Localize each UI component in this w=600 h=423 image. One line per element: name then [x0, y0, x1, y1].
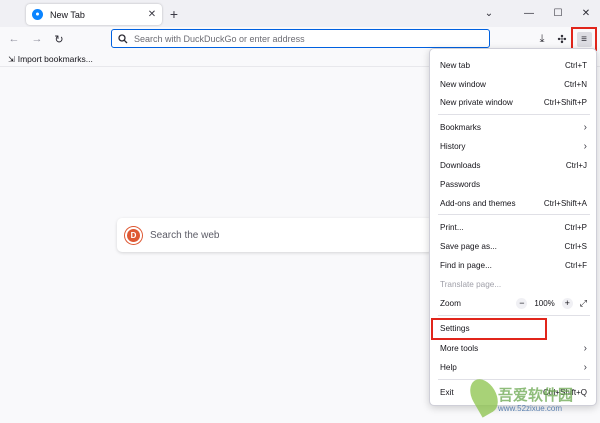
maximize-button[interactable]: ☐	[549, 4, 567, 22]
menu-item-bookmarks[interactable]: Bookmarks ›	[430, 118, 598, 136]
menu-label: History	[440, 141, 466, 151]
menu-item-history[interactable]: History ›	[430, 137, 598, 155]
hamburger-icon: ≡	[576, 31, 592, 47]
menu-label: New tab	[440, 60, 471, 70]
menu-item-new-tab[interactable]: New tab Ctrl+T	[430, 56, 598, 74]
zoom-out-button[interactable]: −	[516, 297, 528, 309]
import-icon: ⇲	[8, 54, 15, 64]
duckduckgo-icon: D	[125, 226, 142, 244]
back-button[interactable]: ←	[6, 31, 22, 47]
tab-strip: ● New Tab ✕ + ⌄ — ☐ ✕	[0, 0, 600, 27]
import-bookmarks-label: Import bookmarks...	[17, 54, 93, 64]
chevron-right-icon: ›	[583, 121, 587, 133]
menu-item-find-in-page[interactable]: Find in page... Ctrl+F	[430, 256, 598, 274]
menu-label: Downloads	[440, 160, 481, 170]
menu-label: Zoom	[440, 298, 461, 308]
chevron-right-icon: ›	[583, 342, 587, 354]
menu-item-downloads[interactable]: Downloads Ctrl+J	[430, 156, 598, 174]
extensions-icon[interactable]: ✣	[554, 31, 570, 47]
window-close-button[interactable]: ✕	[577, 4, 595, 22]
menu-separator	[438, 315, 590, 316]
menu-label: Add-ons and themes	[440, 198, 516, 208]
new-tab-button[interactable]: +	[166, 6, 182, 22]
app-menu-panel: New tab Ctrl+T New window Ctrl+N New pri…	[429, 48, 597, 406]
menu-item-zoom: Zoom − 100% + ⤢	[430, 294, 598, 312]
menu-shortcut: Ctrl+Shift+P	[543, 97, 587, 107]
tab-new-tab[interactable]: ● New Tab ✕	[26, 4, 162, 25]
url-bar[interactable]	[111, 29, 490, 48]
menu-item-print[interactable]: Print... Ctrl+P	[430, 218, 598, 236]
chevron-down-icon[interactable]: ⌄	[480, 4, 498, 22]
web-search-box[interactable]: D Search the web	[117, 218, 433, 252]
watermark-title: 吾爱软件园	[498, 386, 574, 404]
menu-label: Passwords	[440, 179, 481, 189]
menu-shortcut: Ctrl+S	[564, 241, 587, 251]
menu-shortcut: Ctrl+T	[565, 60, 587, 70]
minimize-button[interactable]: —	[520, 4, 538, 22]
menu-item-passwords[interactable]: Passwords	[430, 175, 598, 193]
menu-label: New private window	[440, 97, 513, 107]
menu-item-translate-page: Translate page...	[430, 275, 598, 293]
zoom-level[interactable]: 100%	[534, 299, 554, 308]
menu-item-new-window[interactable]: New window Ctrl+N	[430, 75, 598, 93]
settings-highlight-box	[431, 318, 547, 340]
menu-shortcut: Ctrl+P	[564, 222, 587, 232]
fullscreen-icon[interactable]: ⤢	[580, 298, 587, 309]
menu-shortcut: Ctrl+Shift+A	[543, 198, 587, 208]
menu-shortcut: Ctrl+J	[565, 160, 587, 170]
menu-label: New window	[440, 79, 486, 89]
chevron-right-icon: ›	[583, 140, 587, 152]
address-input[interactable]	[134, 33, 474, 44]
menu-shortcut: Ctrl+N	[564, 79, 587, 89]
menu-separator	[438, 114, 590, 115]
close-icon[interactable]: ✕	[145, 8, 159, 22]
menu-separator	[438, 214, 590, 215]
menu-item-save-page[interactable]: Save page as... Ctrl+S	[430, 237, 598, 255]
zoom-in-button[interactable]: +	[561, 297, 573, 309]
downloads-icon[interactable]: ⤓	[534, 31, 550, 47]
import-bookmarks-button[interactable]: ⇲ Import bookmarks...	[8, 54, 93, 64]
watermark-url: www.52zixue.com	[498, 404, 563, 413]
menu-item-new-private-window[interactable]: New private window Ctrl+Shift+P	[430, 93, 598, 111]
watermark: 吾爱软件园 www.52zixue.com	[464, 370, 598, 420]
menu-shortcut: Ctrl+F	[565, 260, 587, 270]
zoom-controls: − 100% + ⤢	[516, 297, 587, 309]
menu-label: Bookmarks	[440, 122, 481, 132]
tab-title: New Tab	[50, 9, 85, 20]
menu-item-more-tools[interactable]: More tools ›	[430, 339, 598, 357]
menu-label: Translate page...	[440, 279, 502, 289]
reload-button[interactable]: ↻	[51, 31, 67, 47]
search-icon	[118, 33, 128, 43]
forward-button[interactable]: →	[29, 31, 45, 47]
menu-label: Save page as...	[440, 241, 497, 251]
menu-item-addons[interactable]: Add-ons and themes Ctrl+Shift+A	[430, 194, 598, 212]
menu-label: More tools	[440, 343, 479, 353]
search-placeholder: Search the web	[150, 229, 220, 241]
menu-label: Print...	[440, 222, 464, 232]
firefox-icon: ●	[32, 9, 43, 20]
menu-label: Find in page...	[440, 260, 492, 270]
